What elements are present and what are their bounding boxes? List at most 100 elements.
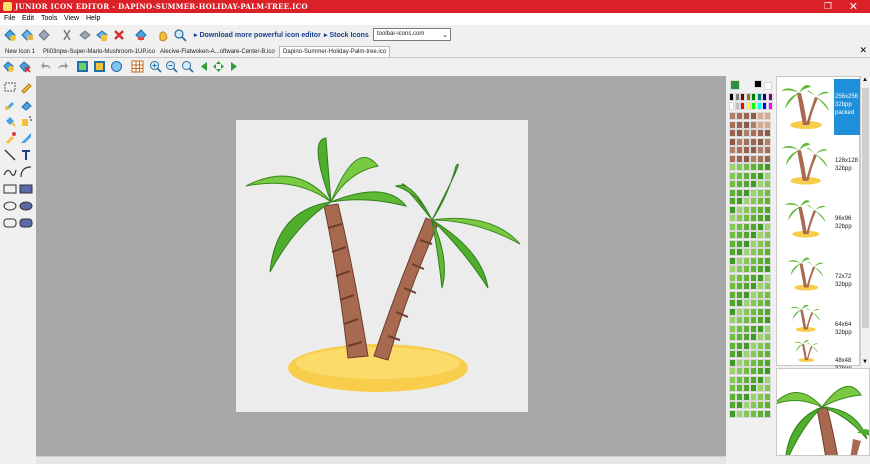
copy-icon[interactable]: [78, 28, 92, 42]
palette-swatch[interactable]: [743, 367, 750, 375]
palette-swatch[interactable]: [750, 401, 757, 409]
palette-swatch[interactable]: [729, 231, 736, 239]
palette-swatch[interactable]: [743, 290, 750, 299]
palette-swatch[interactable]: [736, 256, 743, 265]
zoom-fit-icon[interactable]: [181, 60, 194, 73]
palette-swatch[interactable]: [736, 316, 743, 324]
palette-swatch[interactable]: [757, 137, 764, 146]
canvas-area[interactable]: [36, 76, 726, 456]
palette-swatch[interactable]: [729, 222, 736, 231]
palette-swatch[interactable]: [743, 129, 750, 137]
palette-swatch[interactable]: [750, 350, 757, 358]
palette-swatch[interactable]: [736, 299, 743, 307]
palette-swatch[interactable]: [750, 205, 757, 214]
palette-swatch[interactable]: [757, 180, 764, 188]
palette-swatch[interactable]: [729, 180, 736, 188]
palette-swatch[interactable]: [743, 197, 750, 205]
palette-swatch[interactable]: [729, 197, 736, 205]
palette-swatch[interactable]: [743, 163, 750, 171]
move-left-icon[interactable]: [199, 60, 212, 73]
palette-swatch[interactable]: [736, 180, 743, 188]
filled-round-rect-icon[interactable]: [19, 216, 33, 230]
palette-swatch[interactable]: [757, 282, 764, 290]
palette-swatch[interactable]: [729, 120, 736, 129]
palette-swatch[interactable]: [743, 282, 750, 290]
palette-swatch[interactable]: [743, 112, 750, 120]
palette-swatch[interactable]: [762, 93, 767, 101]
palette-swatch[interactable]: [757, 197, 764, 205]
line-icon[interactable]: [3, 148, 17, 162]
palette-swatch[interactable]: [729, 188, 736, 197]
palette-swatch[interactable]: [729, 333, 736, 341]
palette-swatch[interactable]: [743, 146, 750, 154]
palette-swatch[interactable]: [736, 231, 743, 239]
palette-swatch[interactable]: [764, 205, 771, 214]
palette-swatch[interactable]: [756, 102, 762, 110]
palette-swatch[interactable]: [764, 197, 771, 205]
palette-swatch[interactable]: [736, 324, 743, 333]
import-icon[interactable]: [76, 60, 89, 73]
rect-icon[interactable]: [3, 182, 17, 196]
palette-swatch[interactable]: [750, 239, 757, 248]
palette-swatch[interactable]: [745, 102, 751, 110]
palette-swatch[interactable]: [750, 146, 757, 154]
palette-swatch[interactable]: [736, 163, 743, 171]
palette-swatch[interactable]: [750, 273, 757, 282]
search-icon[interactable]: [173, 28, 187, 42]
palette-swatch[interactable]: [750, 324, 757, 333]
menu-edit[interactable]: Edit: [22, 15, 34, 22]
palette-swatch[interactable]: [751, 102, 756, 110]
palette-swatch[interactable]: [743, 299, 750, 307]
palette-swatch[interactable]: [736, 392, 743, 401]
palette-swatch[interactable]: [729, 154, 736, 163]
palette-swatch[interactable]: [743, 239, 750, 248]
menu-file[interactable]: File: [4, 15, 15, 22]
palette-swatch[interactable]: [736, 265, 743, 273]
palette-swatch[interactable]: [743, 188, 750, 197]
palette-swatch[interactable]: [764, 350, 771, 358]
round-rect-icon[interactable]: [3, 216, 17, 230]
palette-swatch[interactable]: [750, 307, 757, 316]
transparent-color-swatch[interactable]: [764, 82, 772, 90]
palette-swatch[interactable]: [764, 171, 771, 180]
palette-swatch[interactable]: [743, 333, 750, 341]
palette-swatch[interactable]: [736, 341, 743, 350]
close-button[interactable]: ✕: [849, 0, 858, 13]
palette-swatch[interactable]: [729, 163, 736, 171]
palette-swatch[interactable]: [729, 384, 736, 392]
palette-swatch[interactable]: [736, 205, 743, 214]
palette-swatch[interactable]: [757, 290, 764, 299]
palette-swatch[interactable]: [757, 154, 764, 163]
palette-swatch[interactable]: [750, 316, 757, 324]
palette-swatch[interactable]: [736, 358, 743, 367]
brush-icon[interactable]: [3, 97, 17, 111]
palette-swatch[interactable]: [750, 137, 757, 146]
export-icon[interactable]: [93, 60, 106, 73]
format-list-scrollbar[interactable]: ▲ ▼: [860, 76, 870, 366]
palette-swatch[interactable]: [743, 375, 750, 384]
palette-swatch[interactable]: [757, 409, 764, 418]
delete-image-icon[interactable]: [18, 60, 31, 73]
picker-icon[interactable]: [3, 131, 17, 145]
palette-swatch[interactable]: [743, 222, 750, 231]
palette-swatch[interactable]: [729, 316, 736, 324]
palette-swatch[interactable]: [757, 316, 764, 324]
palette-swatch[interactable]: [757, 214, 764, 222]
filled-rect-icon[interactable]: [19, 182, 33, 196]
palette-swatch[interactable]: [736, 384, 743, 392]
format-item[interactable]: 256x256 32bpp packed: [777, 77, 861, 135]
palette-swatch[interactable]: [745, 93, 751, 101]
palette-swatch[interactable]: [757, 333, 764, 341]
palette-swatch[interactable]: [750, 290, 757, 299]
palette-swatch[interactable]: [729, 290, 736, 299]
palette-swatch[interactable]: [757, 120, 764, 129]
arc-icon[interactable]: [19, 165, 33, 179]
paste-icon[interactable]: [95, 28, 109, 42]
palette-swatch[interactable]: [757, 171, 764, 180]
zoom-in-icon[interactable]: [149, 60, 162, 73]
palette-swatch[interactable]: [764, 231, 771, 239]
palette-swatch[interactable]: [764, 316, 771, 324]
palette-swatch[interactable]: [736, 197, 743, 205]
palette-swatch[interactable]: [743, 205, 750, 214]
icon-properties-icon[interactable]: [134, 28, 148, 42]
